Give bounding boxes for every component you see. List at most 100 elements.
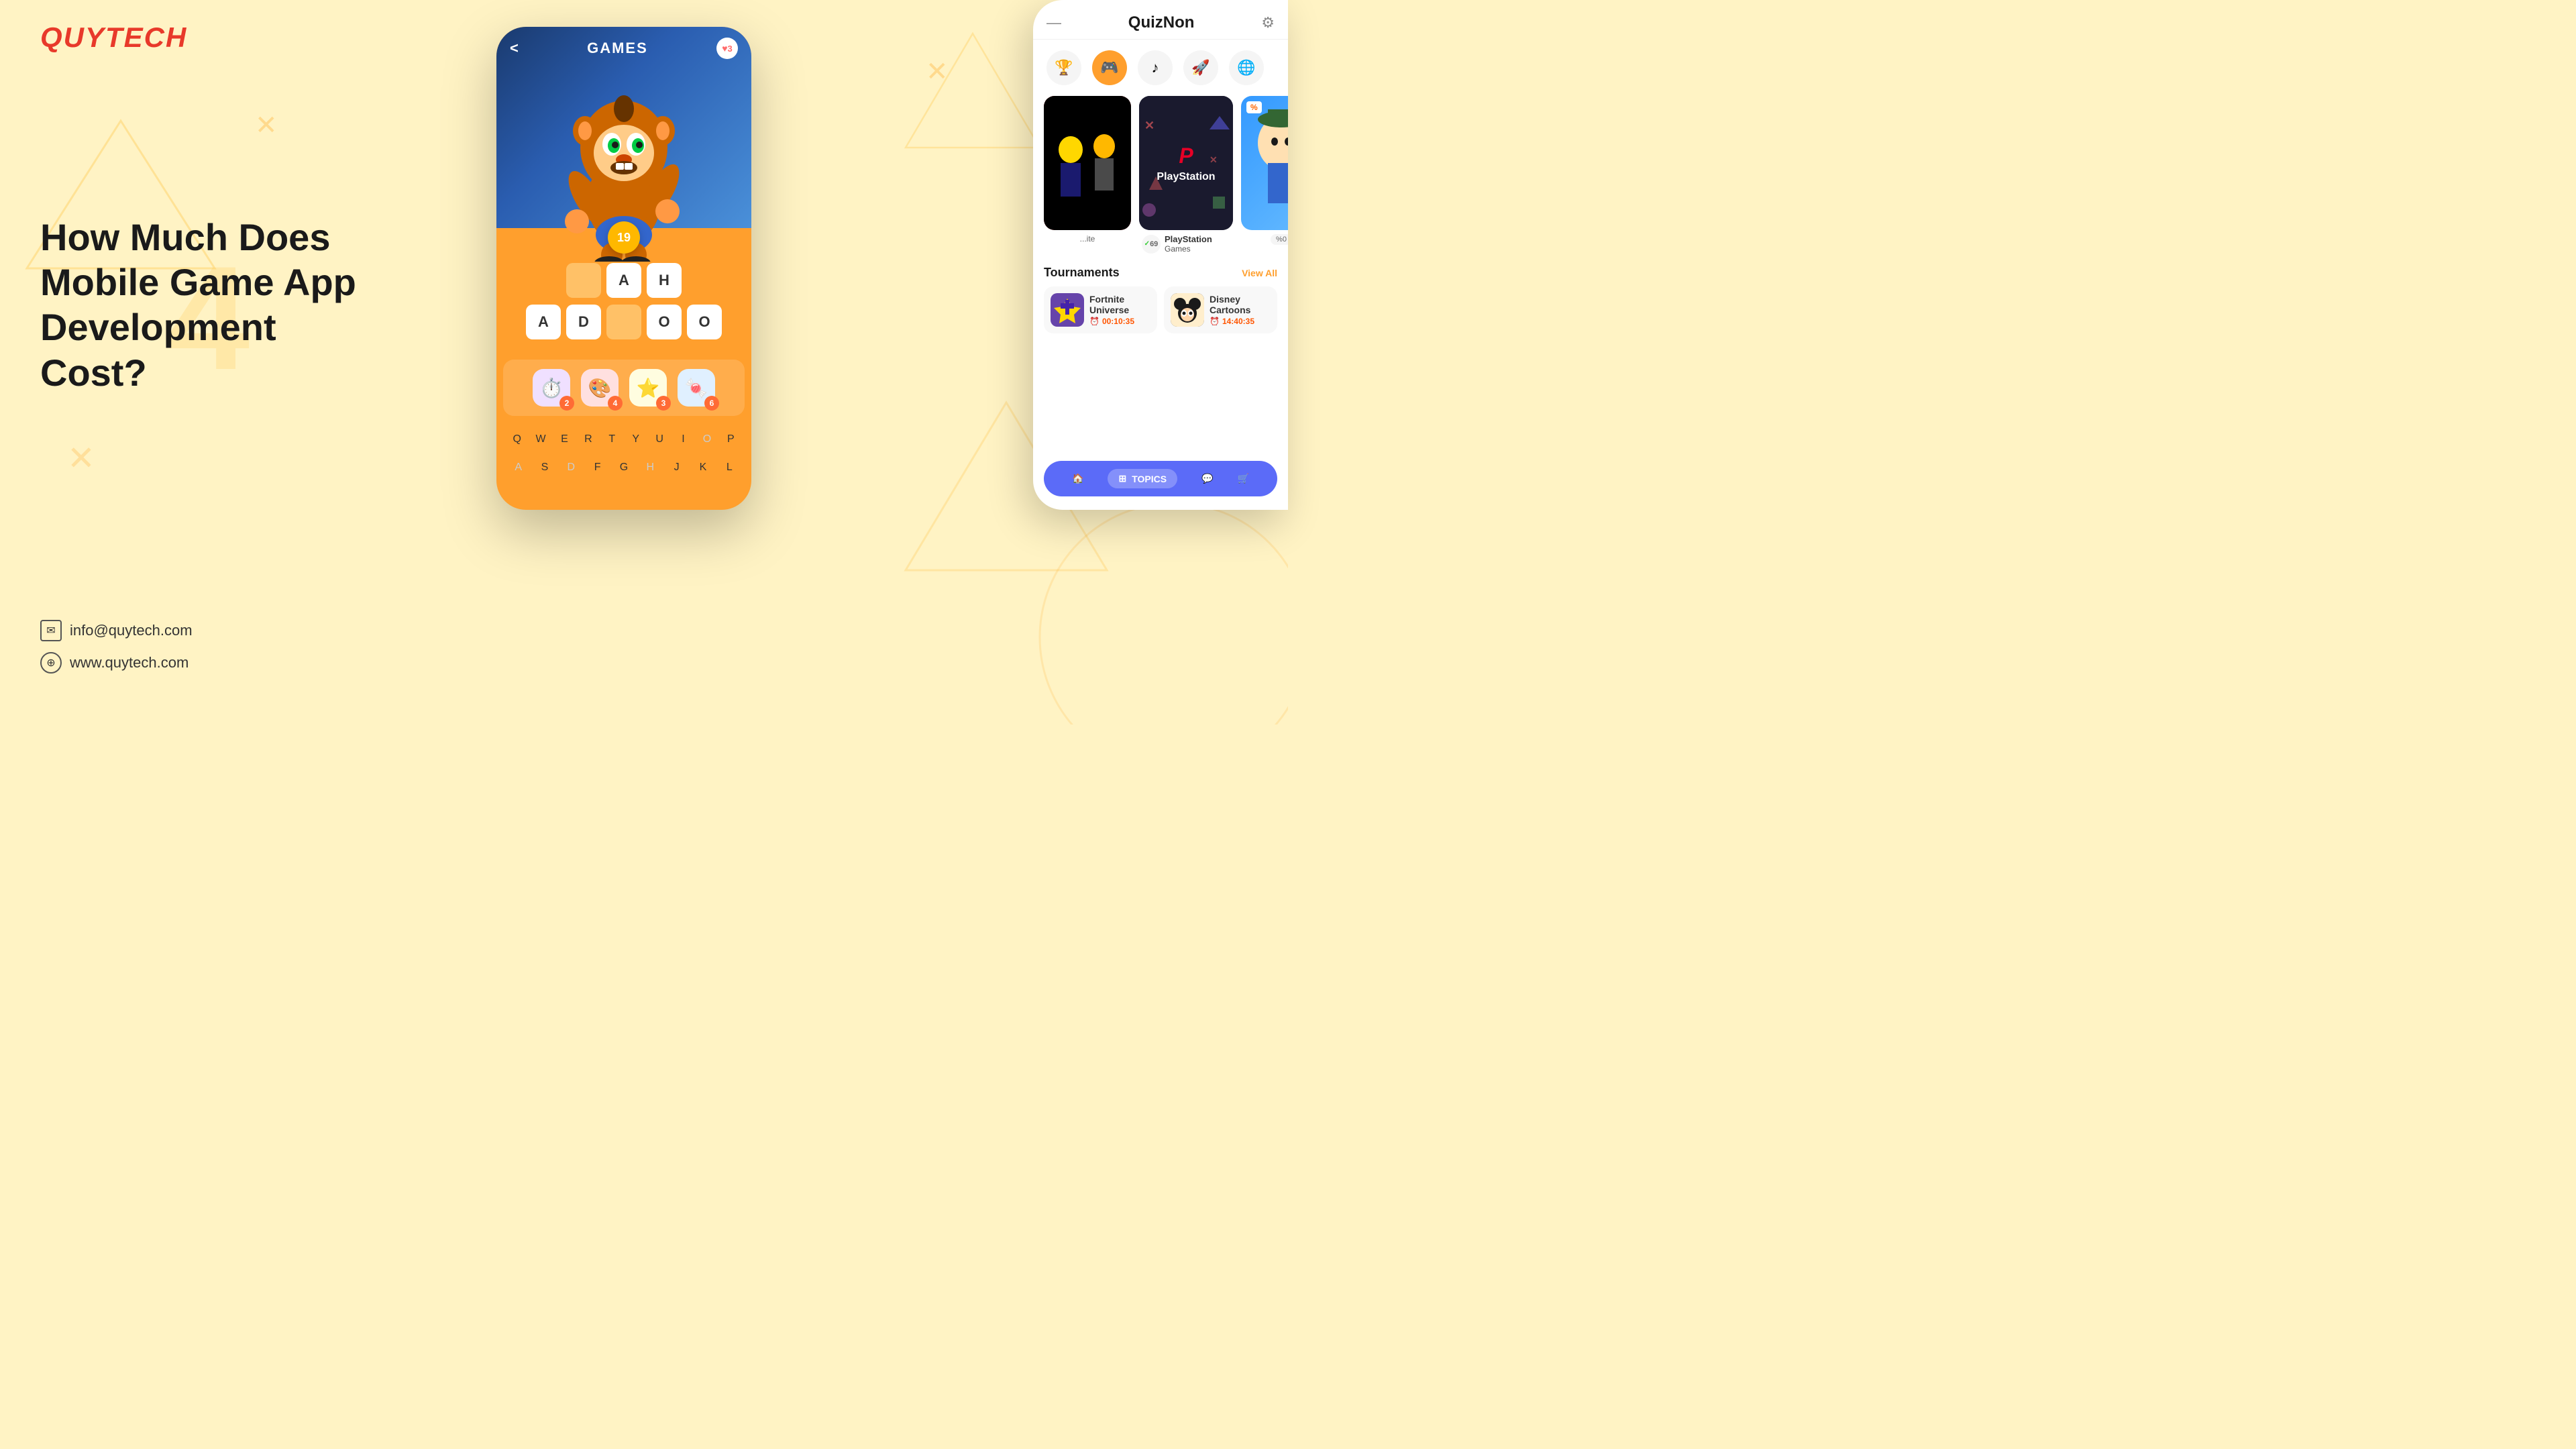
- header: QUYTECH: [40, 21, 187, 54]
- bottom-nav: 🏠 ⊞ TOPICS 💬 🛒: [1044, 461, 1277, 496]
- game-card-playstation[interactable]: + ✕ ✕ P PlayStation: [1139, 96, 1233, 230]
- disney-name: Disney: [1210, 294, 1254, 305]
- fortnite-universe: Universe: [1089, 305, 1134, 315]
- category-row: 🏆 🎮 ♪ 🚀 🌐: [1033, 40, 1288, 96]
- tournament-cards: Fortnite Universe ⏰ 00:10:35: [1044, 286, 1277, 333]
- keyboard-row-1: Q W E R T Y U I O P: [507, 428, 741, 451]
- card-label-3: %0: [1241, 234, 1288, 254]
- card-add-btn-ps[interactable]: +: [1210, 101, 1228, 119]
- powerups-row: ⏱️ 2 🎨 4 ⭐ 3 🍬 6: [503, 360, 745, 416]
- key-y[interactable]: Y: [626, 428, 645, 451]
- game-cards-row: + + ✕ ✕: [1033, 96, 1288, 230]
- fortnite-time: ⏰ 00:10:35: [1089, 317, 1134, 326]
- svg-text:✕: ✕: [926, 57, 949, 87]
- nav-topics[interactable]: ⊞ TOPICS: [1108, 469, 1177, 488]
- topics-label: TOPICS: [1132, 474, 1167, 484]
- game-nav-bar: < GAMES ♥ 3: [496, 27, 751, 70]
- key-d2[interactable]: D: [560, 456, 582, 479]
- cat-icon-trophy[interactable]: 🏆: [1046, 50, 1081, 85]
- nav-home[interactable]: 🏠: [1072, 473, 1083, 484]
- powerup-candy[interactable]: 🍬 6: [678, 369, 715, 407]
- key-u[interactable]: U: [649, 428, 669, 451]
- key-j[interactable]: J: [665, 456, 688, 479]
- key-w[interactable]: W: [531, 428, 550, 451]
- home-icon: 🏠: [1072, 473, 1083, 484]
- fortnite-info: Fortnite Universe ⏰ 00:10:35: [1089, 294, 1134, 326]
- letter-tile: [566, 263, 601, 298]
- tournaments-title: Tournaments: [1044, 266, 1120, 280]
- website-item: ⊕ www.quytech.com: [40, 652, 193, 674]
- cat-icon-rocket[interactable]: 🚀: [1183, 50, 1218, 85]
- cartoon-character: [1241, 96, 1288, 230]
- card-label-1: ...ite: [1044, 234, 1131, 254]
- grid-icon: ⊞: [1118, 473, 1126, 484]
- word-row-1: A H: [510, 263, 738, 298]
- card-labels-row: ...ite ✓69 PlayStation Games %0: [1033, 230, 1288, 258]
- key-i[interactable]: I: [674, 428, 693, 451]
- powerup-count-3: 3: [656, 396, 671, 411]
- key-l[interactable]: L: [718, 456, 741, 479]
- svg-text:✕: ✕: [67, 439, 95, 477]
- back-button[interactable]: <: [510, 40, 519, 57]
- key-f[interactable]: F: [586, 456, 608, 479]
- clock-icon-1: ⏰: [1089, 317, 1099, 326]
- card-label-ps-rating: ✓69 PlayStation Games: [1139, 234, 1233, 254]
- ps-card-label: PlayStation: [1165, 234, 1212, 244]
- cat-icon-globe[interactable]: 🌐: [1229, 50, 1264, 85]
- key-q[interactable]: Q: [507, 428, 527, 451]
- key-s[interactable]: S: [533, 456, 555, 479]
- fortnite-name: Fortnite: [1089, 294, 1134, 305]
- letter-tile-o2: O: [687, 305, 722, 339]
- letter-tile-d: D: [566, 305, 601, 339]
- key-g[interactable]: G: [612, 456, 635, 479]
- settings-icon[interactable]: ⚙: [1261, 14, 1275, 32]
- key-h2[interactable]: H: [639, 456, 661, 479]
- tournament-card-fortnite[interactable]: Fortnite Universe ⏰ 00:10:35: [1044, 286, 1157, 333]
- disney-thumb: [1171, 293, 1204, 327]
- cart-icon: 🛒: [1238, 473, 1249, 484]
- game-phone-mockup: < GAMES ♥ 3: [496, 27, 751, 510]
- letter-tile-a: A: [606, 263, 641, 298]
- tournament-card-disney[interactable]: Disney Cartoons ⏰ 14:40:35: [1164, 286, 1277, 333]
- powerup-paint[interactable]: 🎨 4: [581, 369, 619, 407]
- key-r[interactable]: R: [578, 428, 598, 451]
- clock-icon-2: ⏰: [1210, 317, 1220, 326]
- key-p[interactable]: P: [721, 428, 741, 451]
- ps-logo-icon: P: [1157, 144, 1215, 168]
- nav-cart[interactable]: 🛒: [1238, 473, 1249, 484]
- powerup-icon-candy: 🍬: [685, 377, 708, 399]
- letter-tile-h: H: [647, 263, 682, 298]
- cat-icon-music[interactable]: ♪: [1138, 50, 1173, 85]
- view-all-button[interactable]: View All: [1242, 268, 1277, 278]
- page-title: How Much Does Mobile Game App Developmen…: [40, 215, 362, 395]
- chat-icon: 💬: [1201, 473, 1213, 484]
- ps-card-sublabel: Games: [1165, 244, 1212, 254]
- key-t[interactable]: T: [602, 428, 622, 451]
- powerup-star[interactable]: ⭐ 3: [629, 369, 667, 407]
- website-text: www.quytech.com: [70, 654, 189, 672]
- keyboard-row-2: A S D F G H J K L: [507, 456, 741, 479]
- powerup-count-2: 2: [559, 396, 574, 411]
- key-e[interactable]: E: [555, 428, 574, 451]
- cat-icon-game[interactable]: 🎮: [1092, 50, 1127, 85]
- key-a[interactable]: A: [507, 456, 529, 479]
- key-o[interactable]: O: [697, 428, 716, 451]
- letter-tile-empty: [606, 305, 641, 339]
- section-header: Tournaments View All: [1044, 266, 1277, 280]
- email-icon: ✉: [40, 620, 62, 641]
- game-card-fighting: +: [1044, 96, 1131, 230]
- powerup-timer[interactable]: ⏱️ 2: [533, 369, 570, 407]
- heart-count: 3: [728, 44, 733, 54]
- game-header-area: < GAMES ♥ 3: [496, 27, 751, 228]
- disney-time: ⏰ 14:40:35: [1210, 317, 1254, 326]
- key-k[interactable]: K: [692, 456, 714, 479]
- fortnite-icon: [1051, 293, 1084, 327]
- letter-tile-a2: A: [526, 305, 561, 339]
- email-text: info@quytech.com: [70, 622, 193, 639]
- score-badge: 19: [608, 221, 640, 254]
- logo: QUYTECH: [40, 21, 187, 54]
- disney-icon: [1171, 293, 1204, 327]
- nav-chat[interactable]: 💬: [1201, 473, 1213, 484]
- svg-text:✕: ✕: [1144, 119, 1155, 132]
- globe-icon: ⊕: [40, 652, 62, 674]
